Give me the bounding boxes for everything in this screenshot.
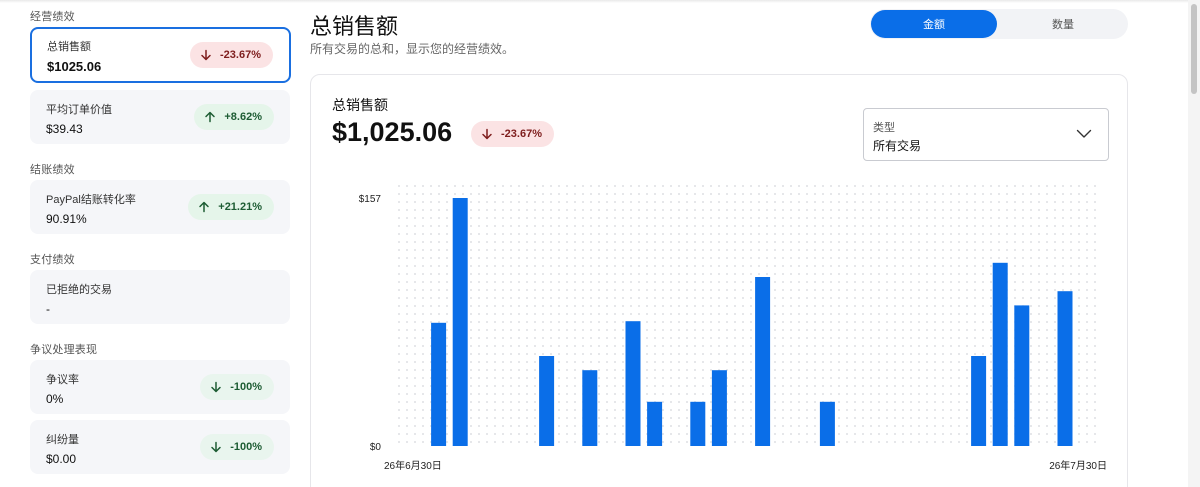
metric-card-paypal-conversion[interactable]: PayPal结账转化率 90.91% +21.21% bbox=[30, 180, 290, 234]
metrics-sidebar: 经营绩效 总销售额 $1025.06 -23.67% 平均订单价值 $39.43… bbox=[30, 0, 292, 487]
section-title: 结账绩效 bbox=[30, 164, 75, 176]
chart-bar[interactable] bbox=[452, 198, 468, 446]
card-title: 总销售额 bbox=[332, 97, 388, 113]
metric-label: 平均订单价值 bbox=[46, 104, 112, 116]
chart-bar[interactable] bbox=[992, 262, 1008, 446]
delta-badge: +8.62% bbox=[194, 104, 274, 130]
arrow-up-icon bbox=[198, 201, 210, 213]
metric-label: 纠纷量 bbox=[46, 434, 79, 446]
section-title: 经营绩效 bbox=[30, 11, 75, 23]
transaction-type-select[interactable]: 类型 所有交易 bbox=[863, 108, 1109, 161]
chart-bar[interactable] bbox=[711, 370, 727, 446]
arrow-down-icon bbox=[200, 49, 212, 61]
arrow-down-icon bbox=[210, 381, 222, 393]
delta-badge: -23.67% bbox=[471, 121, 554, 147]
metric-card-total-sales[interactable]: 总销售额 $1025.06 -23.67% bbox=[30, 27, 291, 83]
delta-badge: +21.21% bbox=[188, 194, 274, 220]
delta-text: -100% bbox=[230, 381, 262, 393]
scrollbar[interactable] bbox=[1188, 0, 1200, 487]
delta-text: +8.62% bbox=[224, 111, 262, 123]
x-tick-label: 26年7月30日 bbox=[1049, 459, 1107, 472]
chart-bar[interactable] bbox=[755, 277, 771, 446]
chart-bar[interactable] bbox=[1014, 305, 1030, 446]
metric-value: 0% bbox=[46, 392, 64, 406]
chevron-down-icon bbox=[1076, 129, 1092, 138]
select-label: 类型 bbox=[873, 122, 895, 134]
total-sales-value: $1,025.06 bbox=[332, 117, 453, 147]
metric-value: $39.43 bbox=[46, 122, 83, 136]
metric-label: 已拒绝的交易 bbox=[46, 284, 112, 296]
chart-bar[interactable] bbox=[431, 322, 447, 446]
chart-bar[interactable] bbox=[819, 401, 835, 446]
metric-card-average-order-value[interactable]: 平均订单价值 $39.43 +8.62% bbox=[30, 90, 290, 144]
metric-card-declined-transactions[interactable]: 已拒绝的交易 - bbox=[30, 270, 290, 324]
section-title: 争议处理表现 bbox=[30, 344, 98, 356]
select-value: 所有交易 bbox=[873, 139, 922, 153]
x-tick-label: 26年6月30日 bbox=[384, 459, 442, 472]
chart-bar[interactable] bbox=[539, 356, 555, 446]
scrollbar-thumb[interactable] bbox=[1191, 4, 1197, 94]
sales-bar-chart: $157 $026年6月30日 26年7月30日 bbox=[359, 185, 1107, 472]
metric-label: 争议率 bbox=[46, 374, 79, 386]
metric-label: PayPal结账转化率 bbox=[46, 194, 136, 206]
chart-bar[interactable] bbox=[582, 370, 598, 446]
delta-text: +21.21% bbox=[218, 201, 262, 213]
metric-card-dispute-volume[interactable]: 纠纷量 $0.00 -100% bbox=[30, 420, 290, 474]
chart-bar[interactable] bbox=[971, 356, 987, 446]
arrow-up-icon bbox=[204, 111, 216, 123]
section-title: 支付绩效 bbox=[30, 254, 75, 266]
page-subtitle: 所有交易的总和，显示您的经营绩效。 bbox=[310, 42, 515, 56]
delta-badge: -100% bbox=[200, 434, 274, 460]
chart-bar[interactable] bbox=[647, 401, 663, 446]
arrow-down-icon bbox=[481, 128, 493, 140]
metric-value: $0.00 bbox=[46, 452, 77, 466]
page-title: 总销售额 bbox=[310, 14, 399, 39]
arrow-down-icon bbox=[210, 441, 222, 453]
delta-badge: -23.67% bbox=[190, 42, 273, 68]
delta-text: -23.67% bbox=[220, 49, 261, 61]
metric-card-dispute-rate[interactable]: 争议率 0% -100% bbox=[30, 360, 290, 414]
sales-chart-card: 总销售额 $1,025.06 -23.67% 类型 所有交易 $157 $0 26年… bbox=[310, 74, 1128, 487]
y-tick-label: $157 bbox=[359, 194, 382, 205]
delta-text: -23.67% bbox=[501, 128, 542, 140]
y-tick-label: $0 bbox=[370, 442, 382, 453]
metric-label: 总销售额 bbox=[47, 41, 91, 53]
metric-value: $1025.06 bbox=[47, 59, 102, 74]
toggle-count[interactable]: 数量 bbox=[1000, 10, 1126, 38]
chart-grid bbox=[398, 185, 1096, 443]
toggle-amount[interactable]: 金额 bbox=[871, 10, 997, 38]
chart-bar[interactable] bbox=[690, 401, 706, 446]
chart-bar[interactable] bbox=[1057, 291, 1073, 446]
chart-bar[interactable] bbox=[625, 321, 641, 446]
metric-value: 90.91% bbox=[46, 212, 87, 226]
amount-count-toggle: 金额 数量 bbox=[870, 9, 1128, 39]
delta-text: -100% bbox=[230, 441, 262, 453]
delta-badge: -100% bbox=[200, 374, 274, 400]
metric-value: - bbox=[46, 302, 50, 316]
